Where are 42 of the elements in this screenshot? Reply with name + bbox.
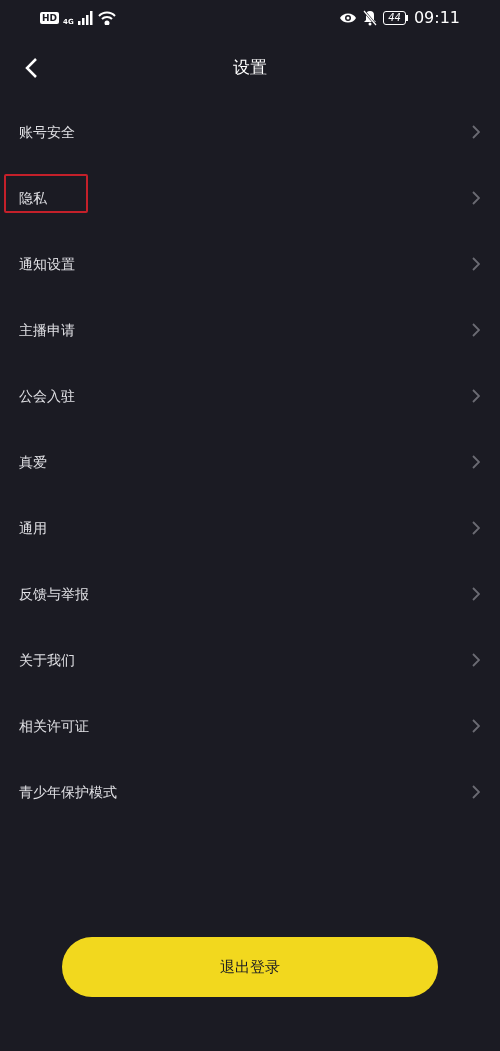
chevron-right-icon <box>472 191 480 205</box>
hd-badge: HD <box>40 12 59 24</box>
clock-time: 09:11 <box>413 7 460 29</box>
row-label: 关于我们 <box>19 650 75 670</box>
chevron-right-icon <box>472 323 480 337</box>
row-label: 隐私 <box>19 188 47 208</box>
settings-row[interactable]: 公会入驻 <box>0 363 500 429</box>
settings-row[interactable]: 反馈与举报 <box>0 561 500 627</box>
chevron-right-icon <box>472 455 480 469</box>
chevron-right-icon <box>472 653 480 667</box>
row-label: 账号安全 <box>19 122 75 142</box>
row-label: 通知设置 <box>19 254 75 274</box>
row-label: 青少年保护模式 <box>19 782 117 802</box>
battery-indicator: 44 <box>383 11 408 25</box>
row-label: 公会入驻 <box>19 386 75 406</box>
settings-row[interactable]: 主播申请 <box>0 297 500 363</box>
row-label: 主播申请 <box>19 320 75 340</box>
chevron-right-icon <box>472 389 480 403</box>
settings-row[interactable]: 账号安全 <box>0 99 500 165</box>
chevron-right-icon <box>472 719 480 733</box>
row-label: 反馈与举报 <box>19 584 89 604</box>
chevron-right-icon <box>472 587 480 601</box>
page-title: 设置 <box>233 55 267 79</box>
eye-icon <box>339 12 358 24</box>
settings-row[interactable]: 真爱 <box>0 429 500 495</box>
settings-row[interactable]: 相关许可证 <box>0 693 500 759</box>
wifi-icon <box>97 11 116 25</box>
chevron-right-icon <box>472 125 480 139</box>
signal-icon <box>77 11 94 25</box>
row-label: 相关许可证 <box>19 716 89 736</box>
settings-row[interactable]: 隐私 <box>0 165 500 231</box>
chevron-right-icon <box>472 521 480 535</box>
row-label: 通用 <box>19 518 47 538</box>
row-label: 真爱 <box>19 452 47 472</box>
settings-row[interactable]: 通知设置 <box>0 231 500 297</box>
logout-button[interactable]: 退出登录 <box>62 937 438 997</box>
settings-row[interactable]: 关于我们 <box>0 627 500 693</box>
settings-row[interactable]: 通用 <box>0 495 500 561</box>
chevron-right-icon <box>472 785 480 799</box>
settings-row[interactable]: 青少年保护模式 <box>0 759 500 825</box>
bell-off-icon <box>363 10 378 26</box>
chevron-right-icon <box>472 257 480 271</box>
